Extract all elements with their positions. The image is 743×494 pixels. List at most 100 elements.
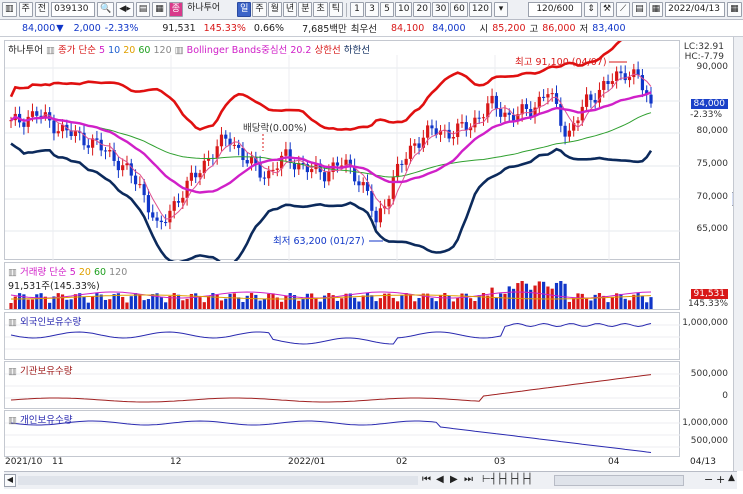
volume-legend: ▥ 거래량 단순 5 20 60 120 91,531주(145.33%) bbox=[8, 267, 128, 292]
zoom-in-icon[interactable]: + bbox=[716, 473, 725, 486]
indiv-title: 개인보유수량 bbox=[20, 415, 73, 426]
best-ask-label: 최우선 bbox=[350, 24, 378, 35]
page-count[interactable]: 120/600 bbox=[528, 2, 583, 17]
toolbar: ▥ 주 전 039130 🔍 ◀▸ ▤ ▦ 종 하나투어 일주월년분초틱 135… bbox=[0, 0, 743, 20]
tab-minute-7[interactable]: 120 bbox=[468, 2, 493, 17]
volume-pane[interactable]: ▥ 거래량 단순 5 20 60 120 91,531주(145.33%) bbox=[4, 262, 680, 310]
dropdown-icon[interactable]: ▾ bbox=[494, 2, 509, 17]
main-legend: 하나투어 ▥ 종가 단순 5 10 20 60 120 ▥ Bollinger … bbox=[8, 45, 371, 56]
stock-name[interactable]: 하나투어 bbox=[185, 2, 235, 17]
period-select[interactable]: 주 bbox=[18, 2, 33, 17]
tools-icon[interactable]: ⚒ bbox=[600, 2, 615, 17]
volume-bar bbox=[224, 298, 228, 309]
volume-tag: 91,531 bbox=[690, 289, 728, 299]
quote-strip: 84,000 ▼ 2,000 -2.33% 91,531 145.33% 0.6… bbox=[0, 20, 743, 37]
candle-body bbox=[370, 190, 374, 211]
volume-bar bbox=[606, 302, 610, 309]
candle-body bbox=[181, 197, 185, 203]
candle-body bbox=[271, 169, 275, 171]
volume-bar bbox=[640, 296, 645, 309]
draw-icon[interactable]: ⟋ bbox=[616, 2, 631, 17]
candle-body bbox=[550, 93, 554, 95]
stepper-icon[interactable]: ⇕ bbox=[584, 2, 599, 17]
tab-period-1[interactable]: 주 bbox=[252, 2, 267, 17]
candle-body bbox=[284, 149, 288, 156]
collapse-icon[interactable]: ▲ bbox=[728, 473, 735, 483]
scroll-track[interactable] bbox=[18, 476, 418, 485]
compare-icon[interactable]: ▦ bbox=[152, 2, 167, 17]
zoom-bar[interactable] bbox=[554, 475, 684, 486]
tab-period-4[interactable]: 분 bbox=[298, 2, 313, 17]
inst-axis: 500,000 0 bbox=[680, 361, 732, 409]
tab-period-5[interactable]: 초 bbox=[313, 2, 328, 17]
nav-next-icon[interactable]: ▶ bbox=[450, 474, 458, 485]
chart-type-icon[interactable]: ▤ bbox=[135, 2, 151, 17]
prev-next-icon[interactable]: ◀▸ bbox=[116, 2, 134, 17]
volume-bar bbox=[494, 297, 498, 309]
tab-minute-0[interactable]: 1 bbox=[350, 2, 365, 17]
volume-bar bbox=[580, 293, 584, 309]
zoom-out-icon[interactable]: − bbox=[704, 473, 713, 486]
legend-ma-10: 10 bbox=[108, 45, 121, 56]
volume-axis: 91,531 145.33% bbox=[680, 262, 732, 310]
nav-prev-icon[interactable]: ◀ bbox=[436, 474, 444, 485]
volume-bar bbox=[95, 293, 99, 309]
tab-minute-1[interactable]: 3 bbox=[365, 2, 380, 17]
candle-body bbox=[335, 162, 340, 166]
candle-body bbox=[275, 168, 279, 170]
candle-body bbox=[73, 131, 78, 137]
candle-body bbox=[151, 212, 155, 218]
volume-bar bbox=[645, 302, 649, 309]
code-prefix[interactable]: 전 bbox=[34, 2, 50, 17]
volume-bar bbox=[219, 300, 224, 309]
indiv-pane[interactable]: ▥ 개인보유수량 bbox=[4, 410, 681, 458]
tab-minute-6[interactable]: 60 bbox=[450, 2, 468, 17]
inst-chart[interactable] bbox=[5, 362, 681, 410]
candle-body bbox=[22, 122, 26, 127]
scroll-left-icon[interactable]: ◀ bbox=[4, 474, 16, 487]
grid-icon[interactable]: ▦ bbox=[648, 2, 664, 17]
volume-bar bbox=[627, 300, 632, 309]
tab-minute-3[interactable]: 10 bbox=[395, 2, 413, 17]
x-tick: 12 bbox=[170, 457, 182, 467]
indiv-axis-1m: 1,000,000 bbox=[682, 418, 728, 428]
price-pane[interactable]: 최고 91,100 (04/07) 최저 63,200 (01/27) 배당락(0.… bbox=[4, 28, 681, 267]
volume-bar bbox=[537, 281, 541, 309]
foreign-chart[interactable] bbox=[5, 313, 681, 361]
stock-code-input[interactable]: 039130 bbox=[51, 2, 96, 17]
tab-minute-5[interactable]: 30 bbox=[431, 2, 450, 17]
vertical-scrollbar[interactable] bbox=[733, 37, 743, 471]
date-input[interactable]: 2022/04/13 bbox=[665, 2, 726, 17]
volume-ma-120: 120 bbox=[109, 267, 128, 278]
sheet-icon[interactable]: ▤ bbox=[632, 2, 647, 17]
price-chart[interactable]: 최고 91,100 (04/07) 최저 63,200 (01/27) 배당락(0.… bbox=[5, 28, 681, 267]
candle-body bbox=[473, 117, 477, 128]
foreign-pane[interactable]: ▥ 외국인보유수량 bbox=[4, 312, 681, 361]
candle-body bbox=[576, 120, 580, 124]
tab-period-6[interactable]: 틱 bbox=[328, 2, 344, 17]
tab-period-2[interactable]: 월 bbox=[267, 2, 282, 17]
volume-ma-label: 단순 bbox=[49, 267, 67, 278]
search-icon[interactable]: 🔍 bbox=[97, 2, 115, 17]
candle-body bbox=[615, 71, 619, 82]
volume-bar bbox=[241, 301, 245, 309]
inst-pane[interactable]: ▥ 기관보유수량 bbox=[4, 361, 681, 410]
volume-bar bbox=[499, 293, 503, 309]
indiv-chart[interactable] bbox=[5, 411, 681, 458]
volume-bar bbox=[361, 295, 365, 309]
tab-minute-4[interactable]: 20 bbox=[413, 2, 431, 17]
candle-body bbox=[490, 95, 494, 104]
volume-bar bbox=[245, 295, 249, 309]
volume-bar bbox=[340, 298, 344, 309]
calendar-icon[interactable]: ▦ bbox=[727, 2, 742, 17]
tab-period-3[interactable]: 년 bbox=[282, 2, 298, 17]
nav-first-icon[interactable]: ⏮ bbox=[422, 474, 431, 485]
horizontal-scrollbar[interactable]: ◀ ⏮ ◀ ▶ ⏭ ⊢┤├┤├┤├┤ − + ▲ bbox=[4, 471, 737, 489]
menu-icon[interactable]: ▥ bbox=[2, 2, 17, 17]
tab-period-0[interactable]: 일 bbox=[237, 2, 252, 17]
tab-minute-2[interactable]: 5 bbox=[380, 2, 395, 17]
scale-icon[interactable]: ⊢┤├┤├┤├┤ bbox=[482, 474, 533, 485]
candle-body bbox=[262, 177, 267, 179]
quote-change-pct: -2.33% bbox=[104, 22, 139, 34]
nav-last-icon[interactable]: ⏭ bbox=[464, 474, 473, 485]
